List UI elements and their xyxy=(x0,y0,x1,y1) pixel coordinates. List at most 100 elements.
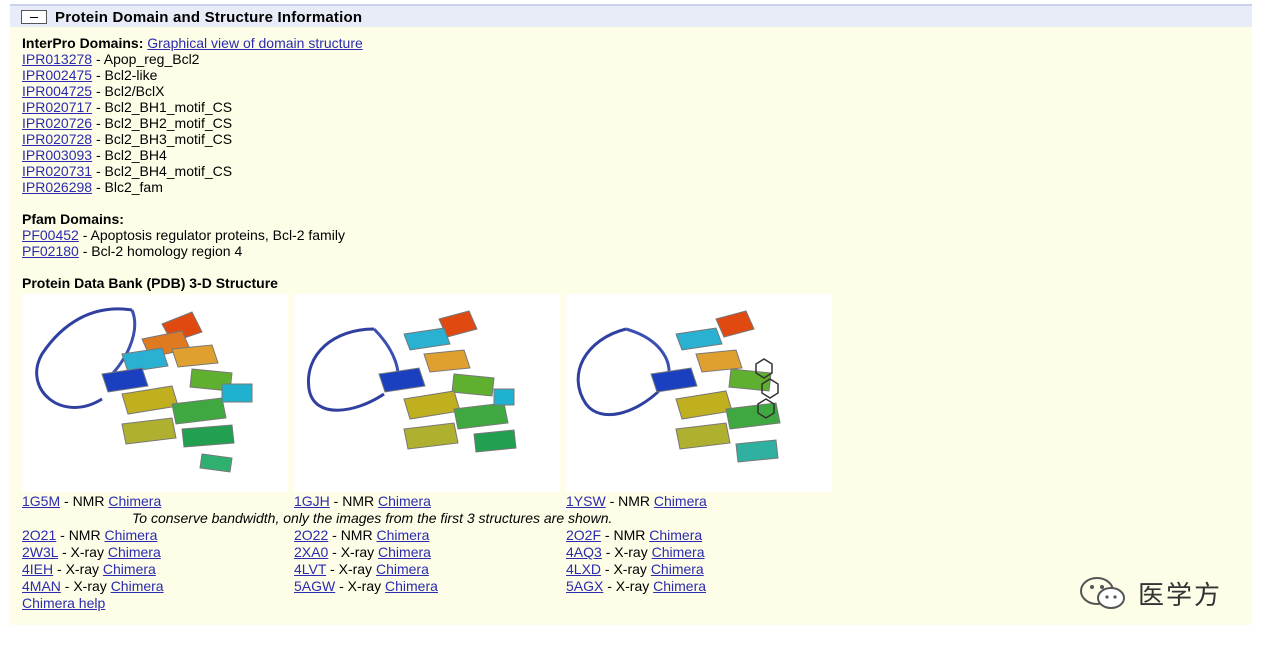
bandwidth-note: To conserve bandwidth, only the images f… xyxy=(132,510,613,526)
interpro-link-ipr003093[interactable]: IPR003093 xyxy=(22,147,92,163)
pdb-entry: 2W3L - X-ray Chimera xyxy=(22,544,161,560)
pdb-link-5agx[interactable]: 5AGX xyxy=(566,578,603,594)
structure-image-1gjh[interactable] xyxy=(294,294,560,492)
pdb-method: - X-ray xyxy=(603,578,654,594)
pdb-method: - X-ray xyxy=(335,578,386,594)
pdb-link-4lxd[interactable]: 4LXD xyxy=(566,561,601,577)
interpro-description: - Bcl2/BclX xyxy=(92,83,165,99)
chimera-link[interactable]: Chimera xyxy=(376,527,429,543)
pdb-entry: 5AGX - X-ray Chimera xyxy=(566,578,706,594)
pdb-entry: 5AGW - X-ray Chimera xyxy=(294,578,438,594)
chimera-link[interactable]: Chimera xyxy=(108,544,161,560)
pdb-link-1g5m[interactable]: 1G5M xyxy=(22,493,60,509)
pdb-link-2o22[interactable]: 2O22 xyxy=(294,527,328,543)
pdb-link-5agw[interactable]: 5AGW xyxy=(294,578,335,594)
interpro-link-ipr020728[interactable]: IPR020728 xyxy=(22,131,92,147)
pdb-link-1gjh[interactable]: 1GJH xyxy=(294,493,330,509)
interpro-description: - Bcl2_BH1_motif_CS xyxy=(92,99,233,115)
pdb-method: - X-ray xyxy=(328,544,379,560)
interpro-row: IPR026298 - Blc2_fam xyxy=(22,179,363,195)
interpro-row: IPR013278 - Apop_reg_Bcl2 xyxy=(22,51,363,67)
pdb-entry: 4LXD - X-ray Chimera xyxy=(566,561,704,577)
pdb-method: - X-ray xyxy=(60,578,111,594)
pdb-method: - NMR xyxy=(56,527,105,543)
pdb-method: - NMR xyxy=(601,527,650,543)
chimera-link[interactable]: Chimera xyxy=(653,578,706,594)
pfam-link-pf00452[interactable]: PF00452 xyxy=(22,227,79,243)
pdb-link-4aq3[interactable]: 4AQ3 xyxy=(566,544,602,560)
pdb-link-4man[interactable]: 4MAN xyxy=(22,578,61,594)
interpro-row: IPR020728 - Bcl2_BH3_motif_CS xyxy=(22,131,363,147)
pdb-method: - X-ray xyxy=(326,561,376,577)
chimera-link[interactable]: Chimera xyxy=(376,561,429,577)
pfam-row: PF00452 - Apoptosis regulator proteins, … xyxy=(22,227,363,243)
interpro-row: IPR003093 - Bcl2_BH4 xyxy=(22,147,363,163)
chimera-link[interactable]: Chimera xyxy=(378,493,431,509)
chimera-link[interactable]: Chimera xyxy=(651,561,704,577)
chimera-link[interactable]: Chimera xyxy=(654,493,707,509)
pdb-entry: 2XA0 - X-ray Chimera xyxy=(294,544,431,560)
interpro-link-ipr013278[interactable]: IPR013278 xyxy=(22,51,92,67)
pdb-entry: 2O22 - NMR Chimera xyxy=(294,527,429,543)
pdb-entry: 1G5M - NMR Chimera xyxy=(22,493,161,509)
pdb-method: - X-ray xyxy=(601,561,651,577)
structure-image-1ysw[interactable] xyxy=(566,294,832,492)
interpro-link-ipr020731[interactable]: IPR020731 xyxy=(22,163,92,179)
interpro-label: InterPro Domains: xyxy=(22,35,144,51)
pdb-entry: 4LVT - X-ray Chimera xyxy=(294,561,429,577)
interpro-row: IPR020717 - Bcl2_BH1_motif_CS xyxy=(22,99,363,115)
pdb-link-2o21[interactable]: 2O21 xyxy=(22,527,56,543)
graphical-view-link[interactable]: Graphical view of domain structure xyxy=(147,35,363,51)
interpro-link-ipr020726[interactable]: IPR020726 xyxy=(22,115,92,131)
chimera-link[interactable]: Chimera xyxy=(111,578,164,594)
chimera-link[interactable]: Chimera xyxy=(652,544,705,560)
pdb-method: - NMR xyxy=(329,493,379,509)
pdb-entry: 1YSW - NMR Chimera xyxy=(566,493,707,509)
collapse-button[interactable] xyxy=(21,10,47,24)
chimera-link[interactable]: Chimera xyxy=(385,578,438,594)
pdb-link-1ysw[interactable]: 1YSW xyxy=(566,493,606,509)
chimera-link[interactable]: Chimera xyxy=(104,527,157,543)
pdb-link-2xa0[interactable]: 2XA0 xyxy=(294,544,328,560)
chimera-link[interactable]: Chimera xyxy=(378,544,431,560)
structure-image-1g5m[interactable] xyxy=(22,294,288,492)
pfam-list: PF00452 - Apoptosis regulator proteins, … xyxy=(22,227,363,259)
panel-title: Protein Domain and Structure Information xyxy=(55,9,363,26)
pdb-method: - X-ray xyxy=(53,561,103,577)
pdb-method: - NMR xyxy=(60,493,109,509)
pfam-label: Pfam Domains: xyxy=(22,211,124,227)
interpro-row: IPR020726 - Bcl2_BH2_motif_CS xyxy=(22,115,363,131)
interpro-description: - Apop_reg_Bcl2 xyxy=(92,51,200,67)
interpro-link-ipr004725[interactable]: IPR004725 xyxy=(22,83,92,99)
chimera-link[interactable]: Chimera xyxy=(103,561,156,577)
pfam-description: - Bcl-2 homology region 4 xyxy=(78,243,243,259)
pfam-description: - Apoptosis regulator proteins, Bcl-2 fa… xyxy=(78,227,345,243)
pdb-entry: 2O2F - NMR Chimera xyxy=(566,527,702,543)
pdb-method: - NMR xyxy=(605,493,654,509)
pdb-method: - X-ray xyxy=(58,544,108,560)
pdb-label: Protein Data Bank (PDB) 3-D Structure xyxy=(22,275,278,291)
pdb-method: - NMR xyxy=(328,527,377,543)
chimera-link[interactable]: Chimera xyxy=(108,493,161,509)
chimera-link[interactable]: Chimera xyxy=(649,527,702,543)
interpro-row: IPR004725 - Bcl2/BclX xyxy=(22,83,363,99)
pdb-link-2w3l[interactable]: 2W3L xyxy=(22,544,58,560)
pfam-row: PF02180 - Bcl-2 homology region 4 xyxy=(22,243,363,259)
interpro-row: IPR002475 - Bcl2-like xyxy=(22,67,363,83)
pdb-link-2o2f[interactable]: 2O2F xyxy=(566,527,601,543)
pdb-entry: 4AQ3 - X-ray Chimera xyxy=(566,544,705,560)
chimera-help-link[interactable]: Chimera help xyxy=(22,595,105,611)
pdb-method: - X-ray xyxy=(601,544,652,560)
interpro-description: - Bcl2-like xyxy=(92,67,158,83)
interpro-description: - Bcl2_BH3_motif_CS xyxy=(92,131,233,147)
pdb-link-4lvt[interactable]: 4LVT xyxy=(294,561,326,577)
interpro-link-ipr020717[interactable]: IPR020717 xyxy=(22,99,92,115)
interpro-link-ipr026298[interactable]: IPR026298 xyxy=(22,179,92,195)
interpro-list: IPR013278 - Apop_reg_Bcl2 IPR002475 - Bcl… xyxy=(22,51,363,195)
interpro-description: - Bcl2_BH2_motif_CS xyxy=(92,115,233,131)
interpro-link-ipr002475[interactable]: IPR002475 xyxy=(22,67,92,83)
pfam-link-pf02180[interactable]: PF02180 xyxy=(22,243,79,259)
domain-content: InterPro Domains: Graphical view of doma… xyxy=(22,35,363,291)
interpro-description: - Bcl2_BH4_motif_CS xyxy=(92,163,233,179)
pdb-link-4ieh[interactable]: 4IEH xyxy=(22,561,53,577)
